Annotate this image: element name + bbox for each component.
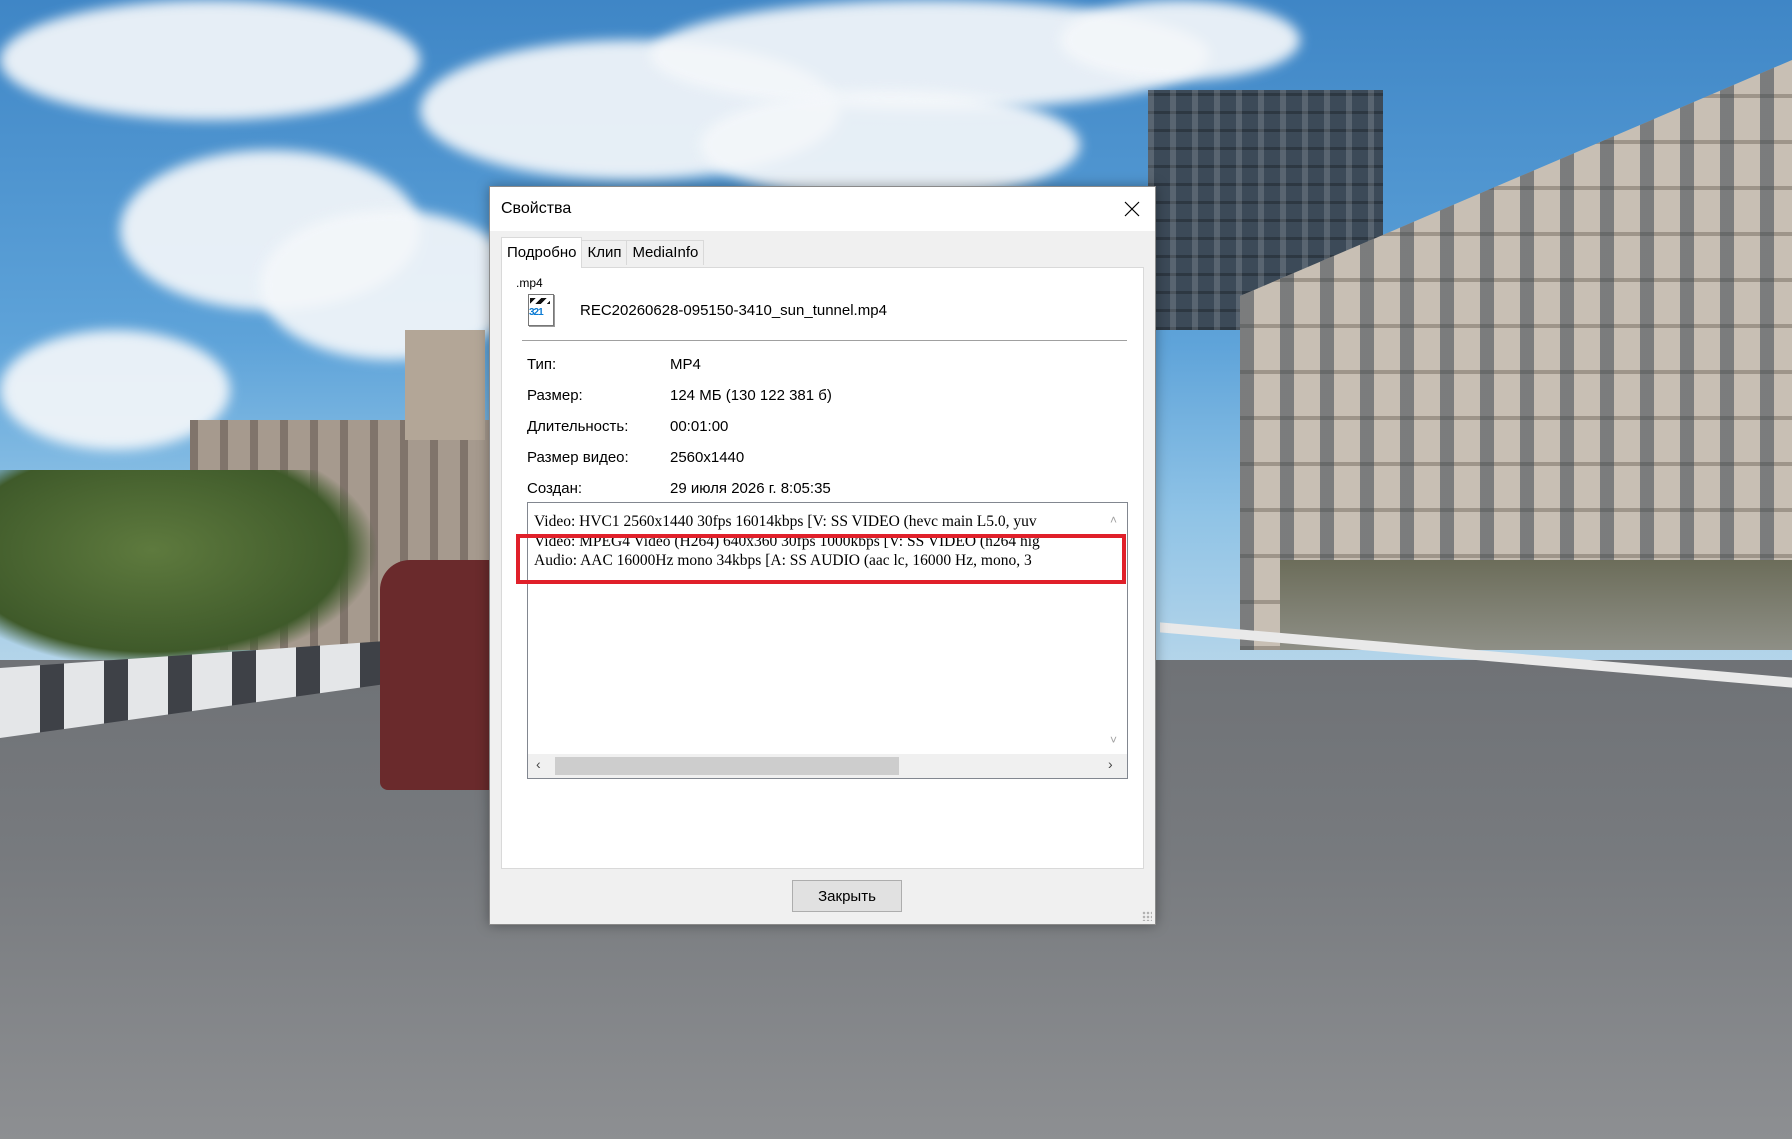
property-label: Размер видео:: [527, 449, 629, 466]
cloud: [1060, 0, 1300, 80]
file-extension: .mp4: [516, 276, 543, 290]
file-type-icon: .mp4 321: [516, 276, 556, 328]
title-bar[interactable]: Свойства: [490, 187, 1155, 231]
vertical-scrollbar[interactable]: ˄ ˅: [1105, 503, 1127, 754]
scroll-up-icon[interactable]: ˄: [1110, 513, 1117, 527]
property-row-size: Размер: 124 МБ (130 122 381 б): [527, 387, 1127, 407]
property-value: 2560x1440: [670, 449, 745, 466]
close-button[interactable]: Закрыть: [792, 880, 902, 912]
property-label: Тип:: [527, 356, 557, 373]
scrollbar-thumb[interactable]: [555, 757, 899, 775]
icon-number: 321: [529, 307, 544, 318]
property-row-video-size: Размер видео: 2560x1440: [527, 449, 1127, 469]
scroll-left-icon[interactable]: ‹: [536, 756, 541, 772]
property-value: MP4: [670, 356, 701, 373]
property-row-type: Тип: MP4: [527, 356, 1127, 376]
scroll-right-icon[interactable]: ›: [1108, 756, 1113, 772]
property-value: 29 июля 2026 г. 8:05:35: [670, 480, 831, 497]
cloud: [700, 90, 1080, 200]
property-label: Создан:: [527, 480, 583, 497]
property-row-created: Создан: 29 июля 2026 г. 8:05:35: [527, 480, 1127, 500]
close-window-button[interactable]: [1109, 187, 1155, 231]
property-row-duration: Длительность: 00:01:00: [527, 418, 1127, 438]
close-icon: [1124, 201, 1140, 217]
tab-clip[interactable]: Клип: [581, 240, 628, 265]
stream-info-textbox[interactable]: Video: HVC1 2560x1440 30fps 16014kbps [V…: [527, 502, 1128, 779]
dialog-title: Свойства: [501, 200, 572, 217]
tab-mediainfo[interactable]: MediaInfo: [626, 240, 705, 265]
cloud: [0, 0, 420, 120]
red-car: [380, 560, 500, 790]
tab-strip: Подробно Клип MediaInfo: [501, 237, 705, 268]
stream-line-video-hevc: Video: HVC1 2560x1440 30fps 16014kbps [V…: [534, 513, 1037, 530]
divider: [522, 340, 1127, 341]
scroll-down-icon[interactable]: ˅: [1110, 733, 1117, 747]
trees-left: [0, 470, 380, 670]
details-panel: .mp4 321 REC20260628-095150-3410_sun_tun…: [501, 267, 1144, 869]
stream-line-audio: Audio: AAC 16000Hz mono 34kbps [A: SS AU…: [534, 552, 1032, 569]
property-label: Размер:: [527, 387, 583, 404]
properties-dialog: Свойства Подробно Клип MediaInfo .mp4 32…: [489, 186, 1156, 925]
stream-line-video-h264: Video: MPEG4 Video (H264) 640x360 30fps …: [534, 532, 1040, 550]
horizontal-scrollbar[interactable]: ‹ ›: [528, 754, 1127, 778]
property-value: 124 МБ (130 122 381 б): [670, 387, 832, 404]
clapperboard-icon: [530, 298, 550, 304]
file-name: REC20260628-095150-3410_sun_tunnel.mp4: [580, 302, 887, 319]
resize-grip[interactable]: [1142, 911, 1152, 921]
spire-building: [405, 330, 485, 440]
stream-info-lines: Video: HVC1 2560x1440 30fps 16014kbps [V…: [534, 512, 1094, 571]
shrubs-right: [1280, 560, 1792, 650]
tab-details[interactable]: Подробно: [501, 237, 583, 268]
